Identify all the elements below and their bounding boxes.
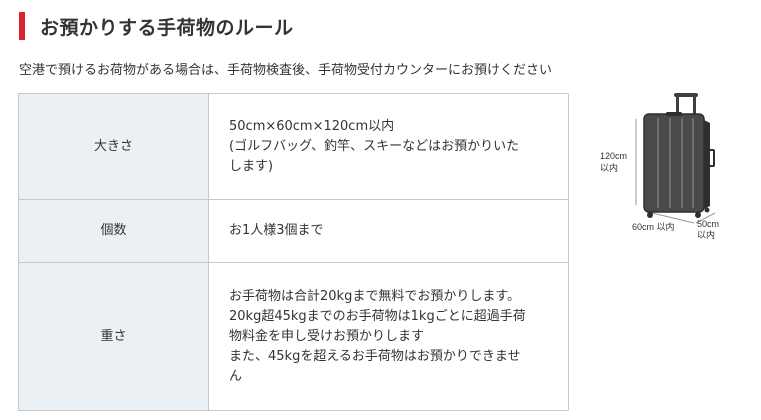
value-line: お手荷物は合計20kgまで無料でお預かりします。 xyxy=(229,288,521,304)
value-line: また、45kgを超えるお手荷物はお預かりできませ xyxy=(229,348,521,364)
row-label-weight: 重さ xyxy=(18,262,209,411)
row-label-count: 個数 xyxy=(18,199,209,263)
value-line: お1人様3個まで xyxy=(229,223,324,238)
row-value-weight: お手荷物は合計20kgまで無料でお預かりします。 20kg超45kgまでのお手荷… xyxy=(208,262,569,411)
depth-label: 50cm xyxy=(697,219,719,229)
value-line: 20kg超45kgまでのお手荷物は1kgごとに超過手荷 xyxy=(229,308,526,324)
page-title: お預かりする手荷物のルール xyxy=(40,16,294,39)
suitcase-icon xyxy=(643,93,715,218)
baggage-rules-table: 大きさ 50cm×60cm×120cm以内 (ゴルフバッグ、釣竿、スキーなどはお… xyxy=(18,93,569,411)
value-line: ん xyxy=(229,368,243,384)
table-row-count: 個数 お1人様3個まで xyxy=(18,199,569,263)
height-label: 120cm xyxy=(600,151,627,161)
depth-label-suffix: 以内 xyxy=(697,229,715,240)
value-line: 50cm×60cm×120cm以内 xyxy=(229,118,395,134)
suitcase-illustration: 120cm 以内 60cm 以内 50cm 以内 xyxy=(600,93,719,240)
intro-text: 空港で預けるお荷物がある場合は、手荷物検査後、手荷物受付カウンターにお預けくださ… xyxy=(19,63,553,78)
value-line: (ゴルフバッグ、釣竿、スキーなどはお預かりいた xyxy=(229,138,520,154)
value-line: します) xyxy=(229,158,274,174)
height-label-suffix: 以内 xyxy=(600,162,618,173)
section-heading: お預かりする手荷物のルール xyxy=(19,12,294,40)
row-label-size: 大きさ xyxy=(18,93,209,200)
width-label: 60cm 以内 xyxy=(632,221,675,232)
table-row-weight: 重さ お手荷物は合計20kgまで無料でお預かりします。 20kg超45kgまでの… xyxy=(18,262,569,411)
heading-accent-bar xyxy=(19,12,25,40)
value-line: 物料金を申し受けお預かりします xyxy=(229,328,425,344)
row-value-size: 50cm×60cm×120cm以内 (ゴルフバッグ、釣竿、スキーなどはお預かりい… xyxy=(208,93,569,200)
row-value-count: お1人様3個まで xyxy=(208,199,569,263)
table-row-size: 大きさ 50cm×60cm×120cm以内 (ゴルフバッグ、釣竿、スキーなどはお… xyxy=(18,93,569,200)
